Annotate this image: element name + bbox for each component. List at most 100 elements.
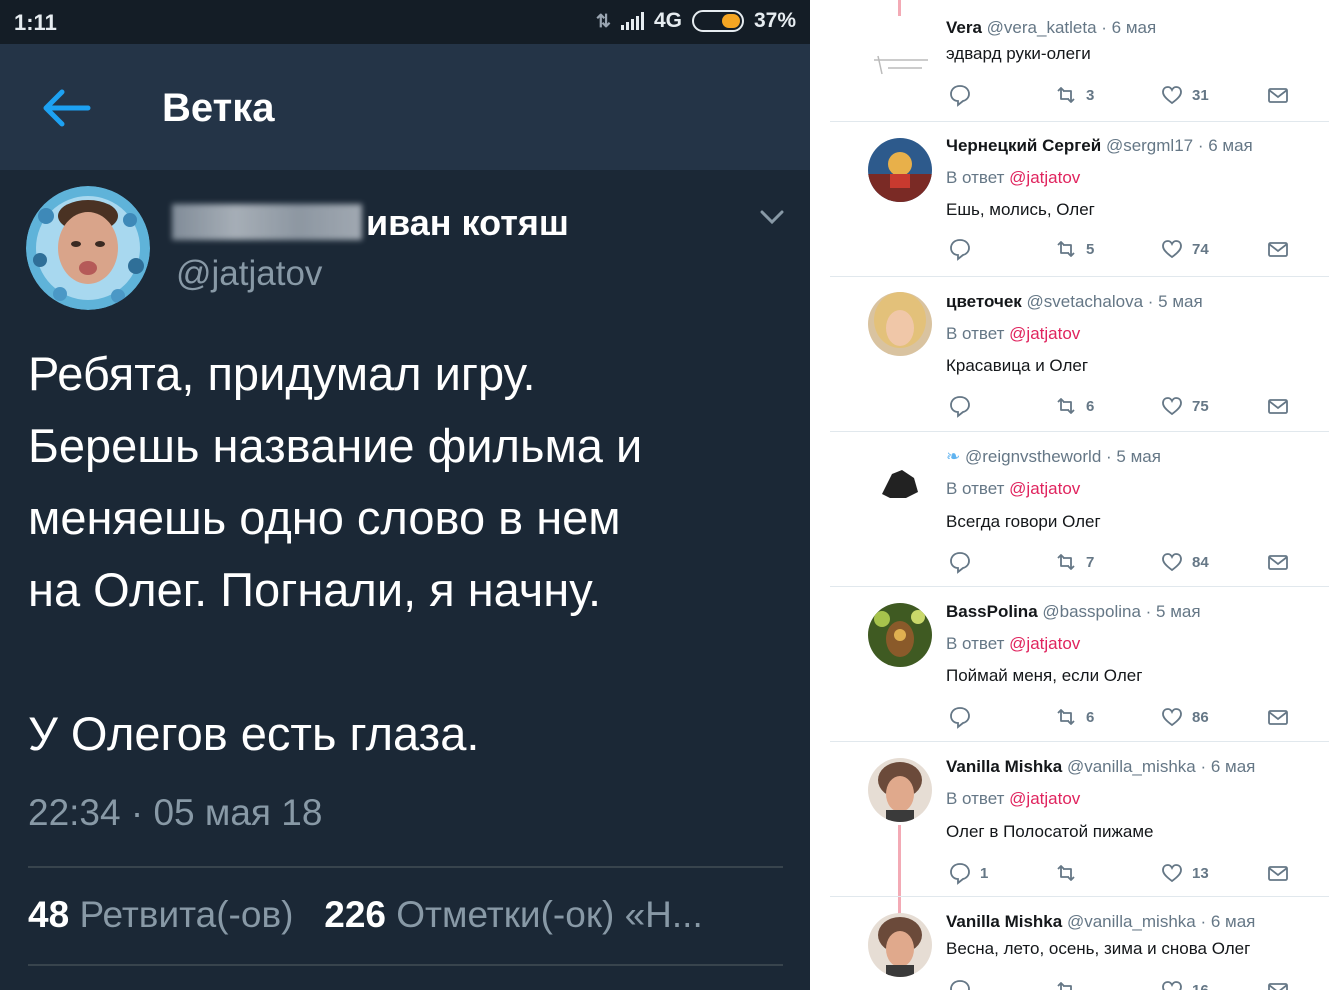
reply-item[interactable]: ❧ @reignvstheworld · 5 мая В ответ @jatja… <box>830 432 1329 587</box>
like-button[interactable]: 13 <box>1160 860 1209 886</box>
reply-to-mention[interactable]: @jatjatov <box>1009 479 1080 498</box>
retweets-label[interactable]: Ретвита(-ов) <box>79 894 293 935</box>
author-avatar[interactable] <box>26 186 150 310</box>
reply-button[interactable] <box>948 393 972 419</box>
like-button[interactable]: 75 <box>1160 393 1209 419</box>
reply-author-handle[interactable]: @vera_katleta <box>987 18 1097 37</box>
reply-to-label: В ответ <box>946 634 1010 653</box>
reply-date[interactable]: · 5 мая <box>1141 602 1201 621</box>
retweet-button[interactable]: 5 <box>1054 236 1094 262</box>
reply-author-name[interactable]: BassPolina <box>946 602 1038 621</box>
message-button[interactable] <box>1266 236 1290 262</box>
reply-author-name[interactable]: Чернецкий Сергей <box>946 136 1101 155</box>
retweet-button[interactable]: 3 <box>1054 82 1094 108</box>
like-button[interactable]: 84 <box>1160 549 1209 575</box>
message-icon <box>1268 710 1288 725</box>
message-button[interactable] <box>1266 82 1290 108</box>
reply-header[interactable]: ❧ @reignvstheworld · 5 мая <box>946 447 1161 467</box>
reply-date[interactable]: · 6 мая <box>1097 18 1156 37</box>
reply-to-mention[interactable]: @jatjatov <box>1009 324 1080 343</box>
message-button[interactable] <box>1266 704 1290 730</box>
feather-icon: ❧ <box>946 447 965 466</box>
like-icon <box>1162 86 1182 105</box>
back-arrow-icon[interactable] <box>40 88 92 128</box>
author-display-name[interactable]: иван котяш <box>366 202 569 244</box>
reply-button[interactable] <box>948 236 972 262</box>
reply-author-name[interactable]: Vera <box>946 18 982 37</box>
retweet-button[interactable] <box>1054 860 1078 886</box>
message-button[interactable] <box>1266 977 1290 990</box>
reply-item[interactable]: Чернецкий Сергей @sergml17 · 6 мая В отве… <box>830 122 1329 277</box>
reply-button[interactable] <box>948 82 972 108</box>
reply-author-handle[interactable]: @reignvstheworld <box>965 447 1101 466</box>
reply-author-handle[interactable]: @sergml17 <box>1106 136 1193 155</box>
chevron-down-icon[interactable] <box>758 208 786 228</box>
reply-header[interactable]: Чернецкий Сергей @sergml17 · 6 мая <box>946 136 1253 156</box>
reply-item[interactable]: Vanilla Mishka @vanilla_mishka · 6 мая Ве… <box>830 897 1329 990</box>
reply-item[interactable]: BassPolina @basspolina · 5 мая В ответ @j… <box>830 587 1329 742</box>
like-icon <box>1162 708 1182 727</box>
author-handle[interactable]: @jatjatov <box>176 254 322 294</box>
reply-author-handle[interactable]: @vanilla_mishka <box>1067 757 1196 776</box>
reply-item[interactable]: Vera @vera_katleta · 6 мая эдвард руки-ол… <box>830 0 1329 122</box>
reply-author-handle[interactable]: @vanilla_mishka <box>1067 912 1196 931</box>
retweets-count[interactable]: 48 <box>28 894 69 935</box>
retweet-button[interactable]: 6 <box>1054 704 1094 730</box>
reply-date[interactable]: · 5 мая <box>1101 447 1161 466</box>
reply-button[interactable]: 1 <box>948 860 988 886</box>
reply-item[interactable]: цветочек @svetachalova · 5 мая В ответ @j… <box>830 277 1329 432</box>
message-button[interactable] <box>1266 393 1290 419</box>
like-button[interactable]: 86 <box>1160 704 1209 730</box>
like-button[interactable]: 74 <box>1160 236 1209 262</box>
retweet-button[interactable]: 6 <box>1054 393 1094 419</box>
reply-avatar[interactable] <box>868 292 932 356</box>
reply-button[interactable] <box>948 549 972 575</box>
likes-count[interactable]: 226 <box>324 894 386 935</box>
retweet-button[interactable] <box>1054 977 1078 990</box>
reply-header[interactable]: Vanilla Mishka @vanilla_mishka · 6 мая <box>946 757 1255 777</box>
retweet-button[interactable]: 7 <box>1054 549 1094 575</box>
like-icon <box>1162 981 1182 990</box>
tweet-line: У Олегов есть глаза. <box>28 707 480 760</box>
reply-avatar[interactable] <box>868 758 932 822</box>
reply-author-name[interactable]: Vanilla Mishka <box>946 757 1062 776</box>
reply-header[interactable]: Vera @vera_katleta · 6 мая <box>946 18 1156 38</box>
reply-header[interactable]: цветочек @svetachalova · 5 мая <box>946 292 1203 312</box>
reply-author-handle[interactable]: @basspolina <box>1042 602 1141 621</box>
like-button[interactable]: 16 <box>1160 977 1209 990</box>
reply-avatar[interactable] <box>868 138 932 202</box>
divider <box>28 866 783 868</box>
like-button[interactable]: 31 <box>1160 82 1209 108</box>
reply-author-name[interactable]: Vanilla Mishka <box>946 912 1062 931</box>
reply-item[interactable]: Vanilla Mishka @vanilla_mishka · 6 мая В … <box>830 742 1329 897</box>
reply-button[interactable] <box>948 704 972 730</box>
reply-date[interactable]: · 6 мая <box>1196 757 1255 776</box>
reply-to-mention[interactable]: @jatjatov <box>1009 168 1080 187</box>
reply-actions: 6 86 <box>946 704 1296 730</box>
retweet-count: 6 <box>1086 708 1095 726</box>
reply-avatar[interactable] <box>868 603 932 667</box>
app-bar: Ветка <box>0 44 810 170</box>
reply-header[interactable]: Vanilla Mishka @vanilla_mishka · 6 мая <box>946 912 1255 932</box>
likes-label[interactable]: Отметки(-ок) «Н... <box>396 894 702 935</box>
status-bar: 1:11 ⇅ 4G 37% <box>0 0 810 44</box>
tweet-line: меняешь одно слово в нем <box>28 491 621 544</box>
reply-text: Всегда говори Олег <box>946 512 1101 531</box>
reply-avatar[interactable] <box>868 448 932 512</box>
reply-button[interactable] <box>948 977 972 990</box>
reply-date[interactable]: · 6 мая <box>1196 912 1255 931</box>
reply-author-name[interactable]: цветочек <box>946 292 1022 311</box>
reply-date[interactable]: · 6 мая <box>1193 136 1253 155</box>
reply-to-mention[interactable]: @jatjatov <box>1009 634 1080 653</box>
tweet-line: Берешь название фильма и <box>28 419 643 472</box>
reply-to-label: В ответ <box>946 324 1010 343</box>
message-button[interactable] <box>1266 549 1290 575</box>
message-button[interactable] <box>1266 860 1290 886</box>
reply-avatar[interactable] <box>868 913 932 977</box>
reply-avatar[interactable] <box>868 30 932 94</box>
reply-date[interactable]: · 5 мая <box>1143 292 1203 311</box>
reply-to-mention[interactable]: @jatjatov <box>1009 789 1080 808</box>
reply-header[interactable]: BassPolina @basspolina · 5 мая <box>946 602 1201 622</box>
retweet-icon <box>1057 241 1075 257</box>
reply-author-handle[interactable]: @svetachalova <box>1027 292 1144 311</box>
